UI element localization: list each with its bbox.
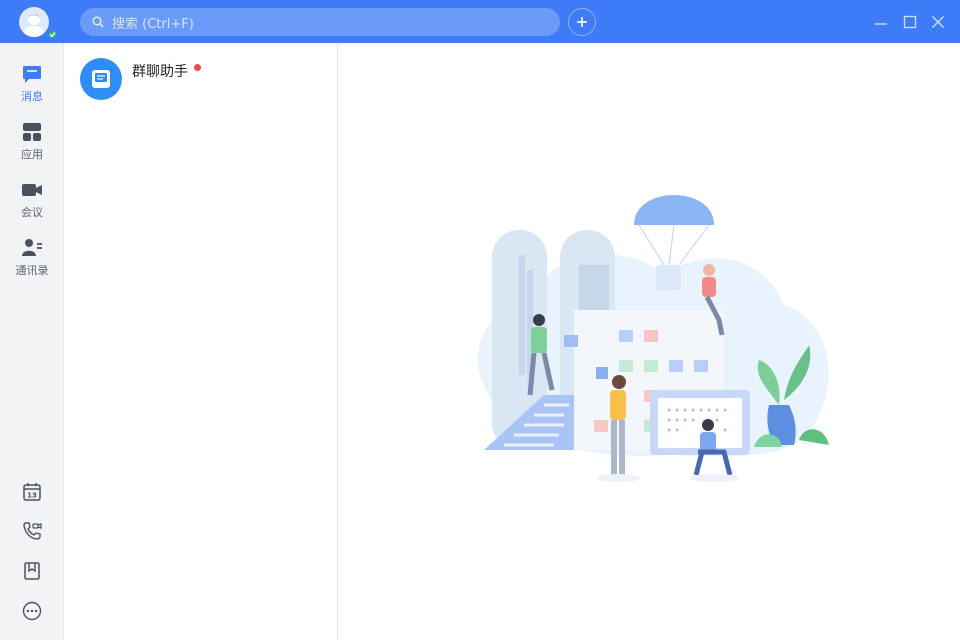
message-icon — [0, 63, 64, 85]
sidebar-item-apps[interactable]: 应用 — [0, 121, 64, 162]
sidebar-item-label: 消息 — [21, 90, 43, 103]
search-icon — [92, 16, 104, 28]
sidebar-item-meetings[interactable]: 会议 — [0, 179, 64, 220]
sidebar-item-label: 会议 — [21, 206, 43, 219]
close-icon — [932, 16, 944, 28]
chat-area — [338, 43, 960, 640]
add-button[interactable] — [568, 8, 596, 36]
search-placeholder: 搜索 (Ctrl+F) — [112, 16, 194, 32]
calendar-date: 13 — [27, 492, 37, 500]
favorites-button[interactable] — [21, 560, 43, 582]
video-camera-icon — [0, 179, 64, 201]
conversation-name: 群聊助手 — [132, 64, 188, 80]
maximize-button[interactable] — [901, 13, 919, 31]
maximize-icon — [903, 15, 917, 29]
search-input[interactable]: 搜索 (Ctrl+F) — [80, 8, 560, 36]
phone-video-icon — [23, 522, 42, 540]
unread-badge — [194, 64, 201, 71]
sidebar-item-contacts[interactable]: 通讯录 — [0, 237, 64, 278]
sidebar: 消息 应用 会议 通讯录 13 — [0, 43, 64, 640]
sidebar-item-label: 通讯录 — [15, 264, 49, 277]
apps-icon — [0, 121, 64, 143]
minimize-button[interactable] — [872, 13, 890, 31]
bookmark-icon — [24, 562, 40, 580]
calendar-icon: 13 — [23, 483, 41, 501]
calls-button[interactable] — [21, 520, 43, 542]
minimize-icon — [875, 23, 887, 25]
sidebar-item-messages[interactable]: 消息 — [0, 63, 64, 104]
more-button[interactable] — [21, 600, 43, 622]
contacts-icon — [0, 237, 64, 259]
calendar-button[interactable]: 13 — [21, 481, 43, 503]
list-item[interactable]: 群聊助手 — [64, 55, 337, 103]
conversation-list: 群聊助手 — [64, 43, 338, 640]
sidebar-item-label: 应用 — [21, 148, 43, 161]
plus-icon — [577, 17, 587, 27]
empty-state-illustration — [477, 195, 829, 482]
close-button[interactable] — [929, 13, 947, 31]
title-bar: 搜索 (Ctrl+F) — [0, 0, 960, 43]
group-assistant-icon — [80, 58, 122, 100]
user-avatar[interactable] — [19, 7, 49, 37]
more-icon — [22, 601, 42, 621]
online-status-icon — [47, 29, 58, 40]
